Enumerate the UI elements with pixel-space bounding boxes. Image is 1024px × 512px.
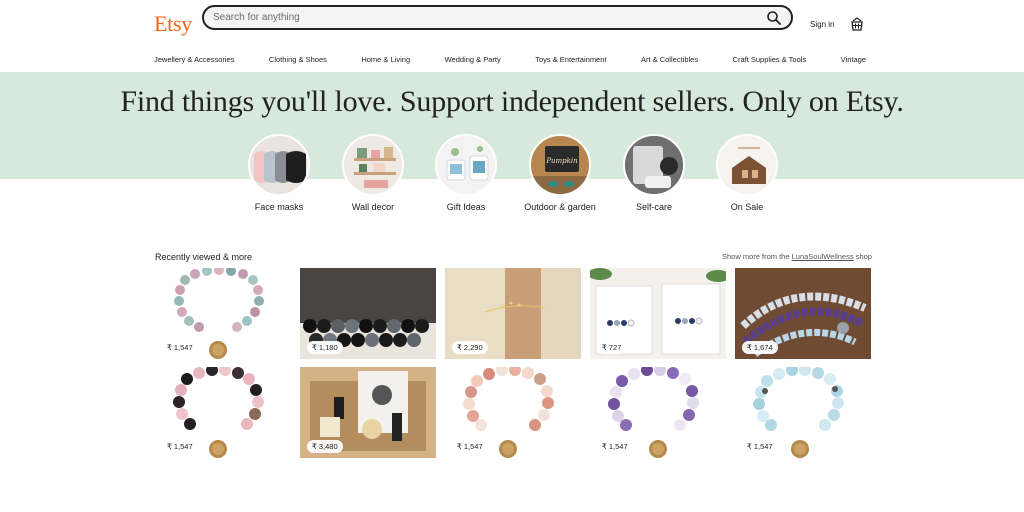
category-label: On Sale <box>730 202 764 212</box>
price-badge: ₹ 1,547 <box>742 440 778 453</box>
search-input[interactable]: Search for anything <box>213 12 300 23</box>
hero-headline: Find things you'll love. Support indepen… <box>120 85 904 118</box>
site-header: Etsy Search for anything Sign in Jewelle… <box>0 0 1024 72</box>
category-image <box>248 134 310 196</box>
nav-item-craft[interactable]: Craft Supplies & Tools <box>733 55 807 69</box>
category-image <box>716 134 778 196</box>
category-outdoor-garden[interactable]: Pumpkin Outdoor & garden <box>520 134 600 213</box>
category-on-sale[interactable]: On Sale <box>707 134 787 213</box>
category-image: Pumpkin <box>529 134 591 196</box>
category-label: Face masks <box>254 202 304 212</box>
listing-card[interactable]: ₹ 1,180 <box>300 268 436 359</box>
basket-icon[interactable] <box>850 17 864 31</box>
listing-card[interactable]: ₹ 1,547 <box>590 367 726 458</box>
category-image <box>342 134 404 196</box>
listing-card[interactable]: ₹ 1,674 <box>735 268 871 359</box>
svg-text:Pumpkin: Pumpkin <box>545 157 578 165</box>
nav-item-wedding[interactable]: Wedding & Party <box>445 55 501 69</box>
price-badge: ₹ 1,547 <box>162 440 198 453</box>
category-label: Gift Ideas <box>446 202 486 212</box>
category-gift-ideas[interactable]: Gift Ideas <box>426 134 506 213</box>
etsy-logo[interactable]: Etsy <box>154 11 192 37</box>
price-badge: ₹ 2,290 <box>452 341 488 354</box>
price-badge: ₹ 1,180 <box>307 341 343 354</box>
price-badge: ₹ 3,480 <box>307 440 343 453</box>
nav-item-toys[interactable]: Toys & Entertainment <box>535 55 606 69</box>
category-face-masks[interactable]: Face masks <box>239 134 319 213</box>
listing-card[interactable]: ₹ 1,547 <box>155 367 291 458</box>
shop-link[interactable]: LunaSoulWellness <box>792 252 854 261</box>
search-bar[interactable]: Search for anything <box>202 5 793 30</box>
nav-item-art[interactable]: Art & Collectibles <box>641 55 698 69</box>
show-more-suffix: shop <box>853 252 872 261</box>
listing-card[interactable]: ₹ 727 <box>590 268 726 359</box>
category-label: Wall decor <box>351 202 395 212</box>
category-image <box>435 134 497 196</box>
category-label: Self-care <box>635 202 672 212</box>
price-badge: ₹ 1,674 <box>742 341 778 354</box>
category-nav: Jewellery & Accessories Clothing & Shoes… <box>154 55 866 69</box>
category-image <box>623 134 685 196</box>
category-label: Outdoor & garden <box>524 202 596 212</box>
listing-card[interactable]: ₹ 1,547 <box>155 268 291 359</box>
search-icon[interactable] <box>766 10 782 26</box>
price-badge: ₹ 727 <box>597 341 627 354</box>
show-more-shop[interactable]: Show more from the LunaSoulWellness shop <box>722 252 872 261</box>
nav-item-clothing[interactable]: Clothing & Shoes <box>269 55 327 69</box>
recently-viewed-heading: Recently viewed & more <box>155 252 253 262</box>
listing-card[interactable]: ₹ 3,480 <box>300 367 436 458</box>
show-more-prefix: Show more from the <box>722 252 792 261</box>
listing-card[interactable]: ₹ 2,290 <box>445 268 581 359</box>
price-badge: ₹ 1,547 <box>452 440 488 453</box>
category-self-care[interactable]: Self-care <box>614 134 694 213</box>
listing-card[interactable]: ₹ 1,547 <box>445 367 581 458</box>
sign-in-link[interactable]: Sign in <box>810 20 834 29</box>
price-badge: ₹ 1,547 <box>162 341 198 354</box>
category-wall-decor[interactable]: Wall decor <box>333 134 413 213</box>
nav-item-home[interactable]: Home & Living <box>361 55 410 69</box>
listing-card[interactable]: ₹ 1,547 <box>735 367 871 458</box>
nav-item-jewellery[interactable]: Jewellery & Accessories <box>154 55 234 69</box>
price-badge: ₹ 1,547 <box>597 440 633 453</box>
nav-item-vintage[interactable]: Vintage <box>841 55 866 69</box>
